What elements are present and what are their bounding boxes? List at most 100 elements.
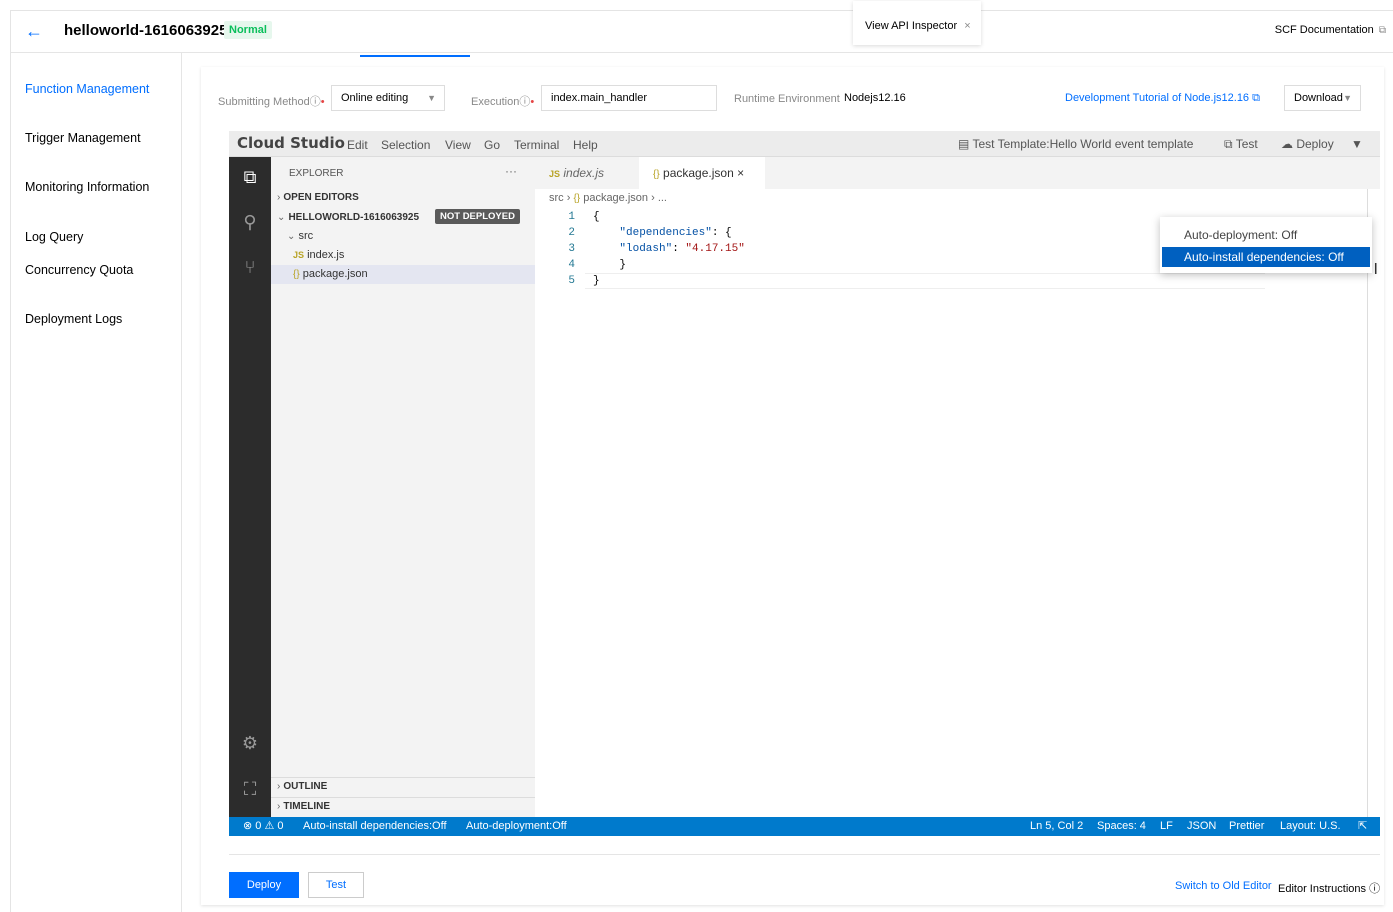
back-arrow-icon[interactable]: ← <box>25 21 43 42</box>
submitting-method-select[interactable]: Online editing ▼ <box>331 85 445 111</box>
sidebar-item-concurrency-quota[interactable]: Concurrency Quota <box>25 262 175 278</box>
node-tutorial-link[interactable]: Development Tutorial of Node.js12.16 ⧉ <box>1065 92 1260 105</box>
sidebar-item-trigger-management[interactable]: Trigger Management <box>25 130 175 146</box>
ide-status-bar: ⊗ 0 ⚠ 0 Auto-install dependencies:Off Au… <box>229 817 1380 836</box>
chevron-right-icon: › <box>277 781 281 792</box>
cursor-position[interactable]: Ln 5, Col 2 <box>1030 817 1083 836</box>
tab-package-json[interactable]: {} package.json × <box>639 157 765 189</box>
chevron-down-icon: ▼ <box>427 93 436 103</box>
folder-src[interactable]: ⌄ src <box>271 227 535 246</box>
open-editors-section[interactable]: › OPEN EDITORS <box>271 188 535 207</box>
javascript-file-icon: JS <box>549 169 561 179</box>
auto-install-status[interactable]: Auto-install dependencies:Off <box>303 817 447 836</box>
ide-test-button[interactable]: ⧉ Test <box>1224 137 1258 152</box>
not-deployed-badge: NOT DEPLOYED <box>435 209 520 224</box>
menu-view[interactable]: View <box>445 138 471 152</box>
explorer-title: EXPLORER <box>289 168 344 179</box>
tab-index-js[interactable]: JS index.js <box>535 157 639 189</box>
submitting-method-value: Online editing <box>341 92 409 104</box>
download-label: Download <box>1294 92 1343 104</box>
files-icon[interactable]: ⧉ <box>240 167 260 187</box>
runtime-environment-value: Nodejs12.16 <box>844 92 906 104</box>
help-icon: ⓘ <box>519 96 531 108</box>
sidebar-item-deployment-logs[interactable]: Deployment Logs <box>25 311 175 327</box>
chevron-down-icon: ▼ <box>1343 93 1352 103</box>
search-icon[interactable]: ⚲ <box>240 212 260 232</box>
app-frame: ← helloworld-1616063925 Normal View API … <box>10 1 1393 912</box>
switch-to-old-editor-link[interactable]: Switch to Old Editor <box>1175 880 1272 892</box>
file-package-json[interactable]: {} package.json <box>271 265 535 284</box>
feedback-icon[interactable]: ⇱ <box>1358 817 1367 836</box>
code-config-row: Submitting Methodⓘ• Online editing ▼ Exe… <box>201 67 1384 119</box>
runtime-environment-label: Runtime Environment <box>734 93 840 105</box>
auto-deploy-status[interactable]: Auto-deployment:Off <box>466 817 567 836</box>
fullscreen-icon[interactable]: ⛶ <box>240 779 260 799</box>
menu-go[interactable]: Go <box>484 138 500 152</box>
help-icon: ⓘ <box>1369 883 1381 895</box>
external-link-icon: ⧉ <box>1378 25 1386 36</box>
auto-install-dependencies-option[interactable]: Auto-install dependencies: Off <box>1162 247 1370 267</box>
text-cursor-icon: I <box>1373 261 1378 278</box>
download-dropdown[interactable]: Download ▼ <box>1284 85 1361 111</box>
help-icon: ⓘ <box>309 96 321 108</box>
cloud-upload-icon: ☁ <box>1281 137 1293 151</box>
source-control-icon[interactable]: ⑂ <box>240 257 260 277</box>
outline-section[interactable]: › OUTLINE <box>271 777 535 796</box>
view-api-inspector-tab[interactable]: View API Inspector × <box>853 1 981 45</box>
external-link-icon: ⧉ <box>1252 92 1260 104</box>
keyboard-layout-status[interactable]: Layout: U.S. <box>1280 817 1341 836</box>
test-template-selector[interactable]: ▤ Test Template:Hello World event templa… <box>958 137 1193 151</box>
sidebar-item-log-query[interactable]: Log Query <box>25 229 175 245</box>
chevron-down-icon: ⌄ <box>287 231 296 242</box>
timeline-section[interactable]: › TIMELINE <box>271 797 535 816</box>
editor-scrollbar[interactable] <box>1367 189 1368 817</box>
template-icon: ▤ <box>958 137 970 151</box>
active-tab-indicator <box>360 55 470 57</box>
deploy-options-dropdown: Auto-deployment: Off Auto-install depend… <box>1160 217 1372 273</box>
json-file-icon: {} <box>573 193 581 204</box>
sidebar-item-monitoring-information[interactable]: Monitoring Information <box>25 179 175 195</box>
test-button[interactable]: Test <box>308 872 364 898</box>
close-icon[interactable]: × <box>964 20 970 32</box>
file-index-js[interactable]: JS index.js <box>271 246 535 265</box>
language-mode-status[interactable]: JSON <box>1187 817 1216 836</box>
line-ending-status[interactable]: LF <box>1160 817 1173 836</box>
project-root-folder[interactable]: ⌄ HELLOWORLD-1616063925 NOT DEPLOYED <box>271 208 535 227</box>
settings-gear-icon[interactable]: ⚙ <box>240 733 260 753</box>
code-content[interactable]: { "dependencies": { "lodash": "4.17.15" … <box>593 209 745 289</box>
execution-handler-input[interactable]: index.main_handler <box>541 85 717 111</box>
close-tab-icon[interactable]: × <box>737 166 744 180</box>
deploy-button[interactable]: Deploy <box>229 872 299 898</box>
status-badge: Normal <box>224 21 272 39</box>
menu-selection[interactable]: Selection <box>381 138 430 152</box>
json-file-icon: {} <box>653 169 660 180</box>
more-actions-icon[interactable]: ··· <box>505 164 517 178</box>
sidebar-item-function-management[interactable]: Function Management <box>25 81 175 97</box>
problems-indicator[interactable]: ⊗ 0 ⚠ 0 <box>243 817 283 836</box>
auto-deployment-option[interactable]: Auto-deployment: Off <box>1162 225 1370 245</box>
formatter-status[interactable]: Prettier <box>1229 817 1264 836</box>
deploy-options-caret-icon[interactable]: ▼ <box>1351 137 1363 151</box>
explorer-panel: EXPLORER ··· › OPEN EDITORS ⌄ HELLOWORLD… <box>271 157 535 817</box>
ide-deploy-button[interactable]: ☁ Deploy <box>1281 137 1334 151</box>
javascript-file-icon: JS <box>293 250 305 260</box>
function-name-title: helloworld-1616063925 <box>64 22 228 39</box>
test-icon: ⧉ <box>1224 137 1233 151</box>
activity-bar: ⧉ ⚲ ⑂ ⚙ ⛶ <box>229 157 271 817</box>
indentation-status[interactable]: Spaces: 4 <box>1097 817 1146 836</box>
api-inspector-label: View API Inspector <box>865 20 958 32</box>
menu-terminal[interactable]: Terminal <box>514 138 559 152</box>
divider <box>229 854 1380 855</box>
doc-link-label: SCF Documentation <box>1274 24 1374 36</box>
editor-instructions-link[interactable]: Editor Instructions ⓘ <box>1278 880 1380 896</box>
menu-edit[interactable]: Edit <box>347 138 368 152</box>
cloud-studio-ide: Cloud Studio Edit Selection View Go Term… <box>229 131 1380 836</box>
top-header: ← helloworld-1616063925 Normal View API … <box>11 1 1393 53</box>
menu-help[interactable]: Help <box>573 138 598 152</box>
scf-documentation-link[interactable]: SCF Documentation ⧉ <box>1275 24 1386 36</box>
sidebar: Function Management Trigger Management M… <box>11 53 182 912</box>
cloud-studio-logo: Cloud Studio <box>237 134 345 152</box>
json-file-icon: {} <box>293 269 300 280</box>
breadcrumb[interactable]: src › {} package.json › ... <box>549 192 667 204</box>
ide-menu-bar: Cloud Studio Edit Selection View Go Term… <box>229 131 1380 157</box>
